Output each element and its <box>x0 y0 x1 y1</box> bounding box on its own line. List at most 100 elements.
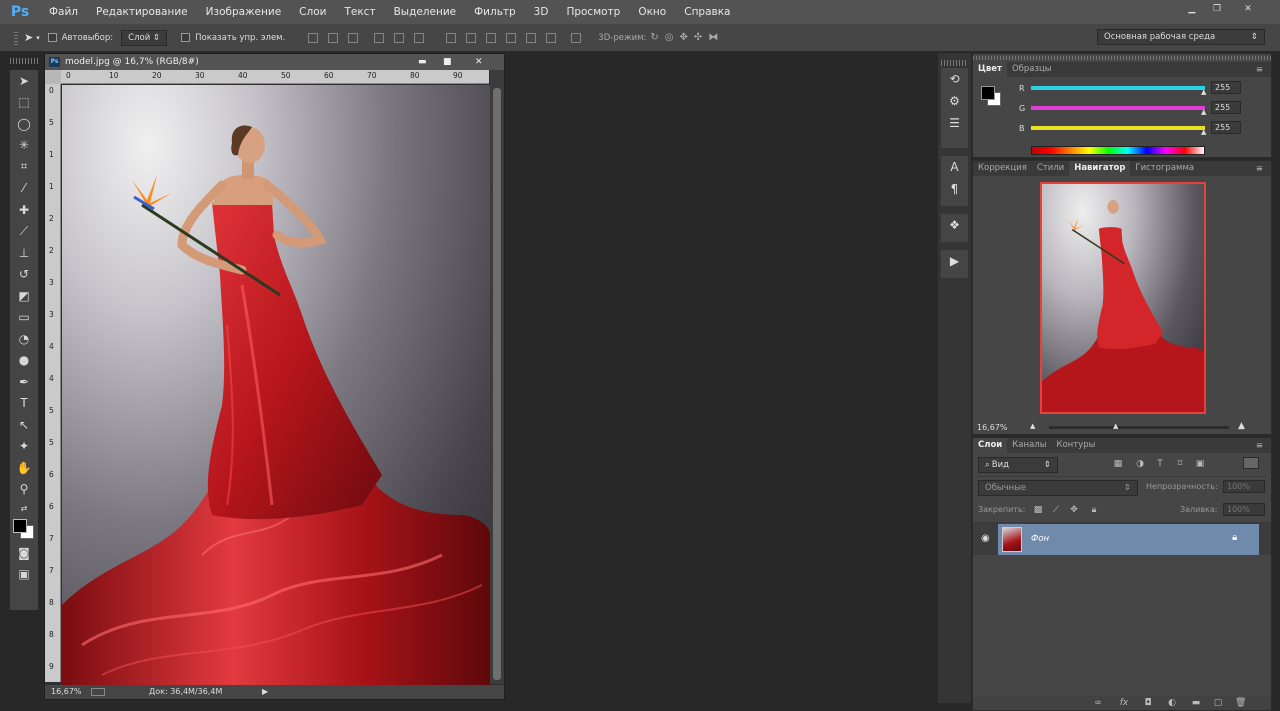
brush-icon[interactable]: ⟋ <box>10 221 38 243</box>
zoom-in-icon[interactable]: ▲ <box>1238 421 1245 431</box>
color-panel-menu-icon[interactable]: ≡ <box>1256 65 1271 75</box>
vertical-scrollbar[interactable] <box>490 70 504 684</box>
new-layer-icon[interactable]: ▢ <box>1213 698 1223 708</box>
hand-icon[interactable]: ✋ <box>10 457 38 479</box>
strip-grip[interactable] <box>941 60 968 66</box>
tab-channels[interactable]: Каналы <box>1007 438 1051 453</box>
move-icon[interactable]: ➤ <box>10 70 38 92</box>
tab-styles[interactable]: Стили <box>1032 161 1069 176</box>
menu-item[interactable]: Фильтр <box>465 0 525 24</box>
navigator-menu-icon[interactable]: ≡ <box>1256 164 1271 174</box>
filter-shape-icon[interactable]: ⌑ <box>1175 459 1185 469</box>
layer-filter-dropdown[interactable]: ⌕ Вид ⇕ <box>978 457 1058 473</box>
layer-visibility-eye-icon[interactable]: ◉ <box>981 533 990 544</box>
status-menu-arrow-icon[interactable]: ▶ <box>262 685 268 699</box>
channel-value-input[interactable]: 255 <box>1211 121 1241 134</box>
gradient-icon[interactable]: ▭ <box>10 307 38 329</box>
layers-menu-icon[interactable]: ≡ <box>1256 441 1271 451</box>
properties-panel-icon[interactable]: ☰ <box>941 112 968 134</box>
history-brush-icon[interactable]: ↺ <box>10 264 38 286</box>
filter-pixel-icon[interactable]: ▦ <box>1113 459 1123 469</box>
menu-item[interactable]: Выделение <box>385 0 466 24</box>
shape-icon[interactable]: ✦ <box>10 436 38 458</box>
status-preview-icon[interactable] <box>91 688 105 696</box>
menu-item[interactable]: Справка <box>675 0 739 24</box>
distribute-hcenter-icon[interactable] <box>526 32 537 43</box>
menu-item[interactable]: Просмотр <box>557 0 629 24</box>
opacity-input[interactable]: 100% <box>1223 480 1265 493</box>
channel-slider[interactable] <box>1031 86 1205 90</box>
zoom-slider[interactable]: ▲ <box>1049 422 1229 430</box>
align-bottom-icon[interactable] <box>348 32 359 43</box>
image-canvas[interactable] <box>62 85 490 685</box>
tab-color[interactable]: Цвет <box>973 62 1007 77</box>
actions-panel-icon[interactable]: ⚙ <box>941 90 968 112</box>
distribute-bottom-icon[interactable] <box>486 32 497 43</box>
document-tab[interactable]: Ps model.jpg @ 16,7% (RGB/8#) ▬ ■ ✕ <box>45 54 504 70</box>
filter-adjust-icon[interactable]: ◑ <box>1135 459 1145 469</box>
menu-item[interactable]: Слои <box>290 0 335 24</box>
auto-align-icon[interactable] <box>571 32 582 43</box>
marquee-icon[interactable]: ⬚ <box>10 92 38 114</box>
tab-paths[interactable]: Контуры <box>1051 438 1100 453</box>
eyedropper-icon[interactable]: ⁄ <box>10 178 38 200</box>
align-left-icon[interactable] <box>374 32 385 43</box>
auto-select-checkbox[interactable] <box>47 33 57 42</box>
restore-icon[interactable]: ❐ <box>1209 3 1225 15</box>
pen-icon[interactable]: ✒ <box>10 371 38 393</box>
paragraph-panel-icon[interactable]: ¶ <box>941 178 968 200</box>
scrollbar-thumb[interactable] <box>493 88 501 680</box>
channel-slider[interactable] <box>1031 126 1205 130</box>
adjustment-layer-icon[interactable]: ◐ <box>1167 698 1177 708</box>
fill-input[interactable]: 100% <box>1223 503 1265 516</box>
tab-navigator[interactable]: Навигатор <box>1069 161 1131 176</box>
align-vcenter-icon[interactable] <box>328 32 339 43</box>
dodge-icon[interactable]: ● <box>10 350 38 372</box>
channel-slider-thumb[interactable]: ▲ <box>1201 128 1206 136</box>
channel-slider[interactable] <box>1031 106 1205 110</box>
screen-mode-icon[interactable]: ▣ <box>10 564 38 586</box>
layer-fx-icon[interactable]: fx <box>1119 698 1129 708</box>
link-layers-icon[interactable]: ∞ <box>1093 698 1103 708</box>
lock-position-icon[interactable]: ✥ <box>1069 505 1079 515</box>
roll-3d-icon[interactable]: ◎ <box>665 32 674 43</box>
rotate-3d-icon[interactable]: ↻ <box>650 32 658 43</box>
minimize-icon[interactable]: ▁ <box>1184 3 1200 15</box>
tab-layers[interactable]: Слои <box>973 438 1008 453</box>
workspace-dropdown[interactable]: Основная рабочая среда ⇕ <box>1097 29 1265 45</box>
quick-mask-icon[interactable]: ◙ <box>10 542 38 564</box>
scale-3d-icon[interactable]: ⧓ <box>708 32 718 43</box>
clone-stamp-icon[interactable]: ⊥ <box>10 242 38 264</box>
close-icon[interactable]: ✕ <box>1240 3 1256 15</box>
delete-layer-icon[interactable]: 🗑︎ <box>1235 698 1246 708</box>
move-tool-icon[interactable]: ➤ <box>24 31 33 44</box>
status-zoom[interactable]: 16,67% <box>51 685 82 699</box>
tab-adjustments[interactable]: Коррекция <box>973 161 1032 176</box>
menu-item[interactable]: Окно <box>629 0 675 24</box>
align-right-icon[interactable] <box>414 32 425 43</box>
brush-presets-icon[interactable]: ❖ <box>941 214 968 236</box>
filter-toggle[interactable] <box>1243 457 1259 469</box>
options-grip[interactable] <box>14 30 18 45</box>
layer-name[interactable]: Фон <box>1031 534 1049 544</box>
color-spectrum[interactable] <box>1031 146 1205 155</box>
history-panel-icon[interactable]: ⟲ <box>941 68 968 90</box>
blend-mode-dropdown[interactable]: Обычные ⇕ <box>978 480 1138 496</box>
slide-3d-icon[interactable]: ✣ <box>694 32 702 43</box>
layer-row[interactable]: Фон 🔒︎ <box>998 524 1259 555</box>
character-panel-icon[interactable]: A <box>941 156 968 178</box>
tool-preset-chevron-icon[interactable]: ▾ <box>36 34 40 42</box>
fg-color-chip[interactable] <box>981 86 995 100</box>
eraser-icon[interactable]: ◩ <box>10 285 38 307</box>
zoom-icon[interactable]: ⚲ <box>10 479 38 501</box>
show-controls-checkbox[interactable] <box>181 33 191 42</box>
distribute-top-icon[interactable] <box>446 32 457 43</box>
lasso-icon[interactable]: ◯ <box>10 113 38 135</box>
menu-item[interactable]: Редактирование <box>87 0 197 24</box>
path-select-icon[interactable]: ↖ <box>10 414 38 436</box>
color-swatches[interactable] <box>10 516 38 542</box>
doc-maximize-icon[interactable]: ■ <box>443 54 452 70</box>
channel-slider-thumb[interactable]: ▲ <box>1201 108 1206 116</box>
channel-slider-thumb[interactable]: ▲ <box>1201 88 1206 96</box>
add-mask-icon[interactable]: ◘ <box>1143 698 1153 708</box>
